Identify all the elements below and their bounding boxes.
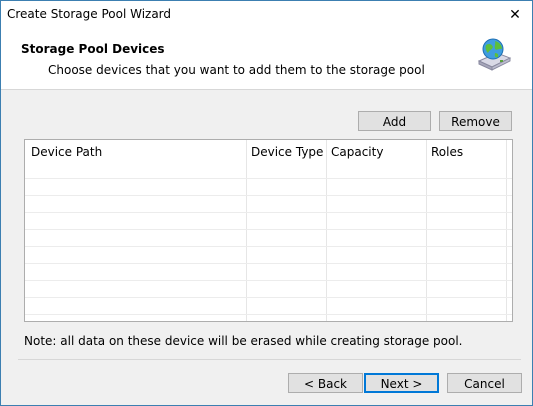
page-title: Storage Pool Devices	[21, 42, 165, 56]
column-divider	[506, 140, 507, 321]
column-divider	[326, 140, 327, 321]
table-row-line	[25, 195, 512, 196]
close-button[interactable]: ✕	[498, 1, 532, 29]
back-button[interactable]: < Back	[288, 373, 363, 393]
page-subtitle: Choose devices that you want to add them…	[48, 63, 425, 77]
wizard-window: Create Storage Pool Wizard ✕ Storage Poo…	[0, 0, 533, 406]
table-row-line	[25, 280, 512, 281]
add-button-label: Add	[382, 115, 407, 129]
column-header-capacity[interactable]: Capacity	[331, 145, 383, 159]
table-row-line	[25, 212, 512, 213]
table-row-line	[25, 246, 512, 247]
erase-warning-note: Note: all data on these device will be e…	[24, 334, 463, 348]
table-row-line	[25, 263, 512, 264]
next-button[interactable]: Next >	[364, 373, 439, 393]
storage-globe-icon	[477, 38, 512, 71]
table-row-line	[25, 229, 512, 230]
title-bar: Create Storage Pool Wizard ✕	[1, 1, 532, 29]
window-title: Create Storage Pool Wizard	[7, 7, 172, 21]
table-row-line	[25, 178, 512, 179]
column-header-device-path[interactable]: Device Path	[31, 145, 102, 159]
back-button-label: < Back	[303, 377, 347, 391]
column-divider	[246, 140, 247, 321]
wizard-header: Storage Pool Devices Choose devices that…	[1, 29, 532, 90]
footer-divider	[18, 359, 521, 360]
column-divider	[426, 140, 427, 321]
next-button-label: Next >	[380, 377, 423, 391]
table-row-line	[25, 314, 512, 315]
column-header-roles[interactable]: Roles	[431, 145, 463, 159]
cancel-button[interactable]: Cancel	[447, 373, 522, 393]
column-header-device-type[interactable]: Device Type	[251, 145, 323, 159]
cancel-button-label: Cancel	[464, 377, 505, 391]
add-button[interactable]: Add	[358, 111, 431, 131]
device-table[interactable]: Device Path Device Type Capacity Roles	[24, 139, 513, 322]
remove-button-label: Remove	[451, 115, 500, 129]
remove-button[interactable]: Remove	[439, 111, 512, 131]
table-row-line	[25, 297, 512, 298]
